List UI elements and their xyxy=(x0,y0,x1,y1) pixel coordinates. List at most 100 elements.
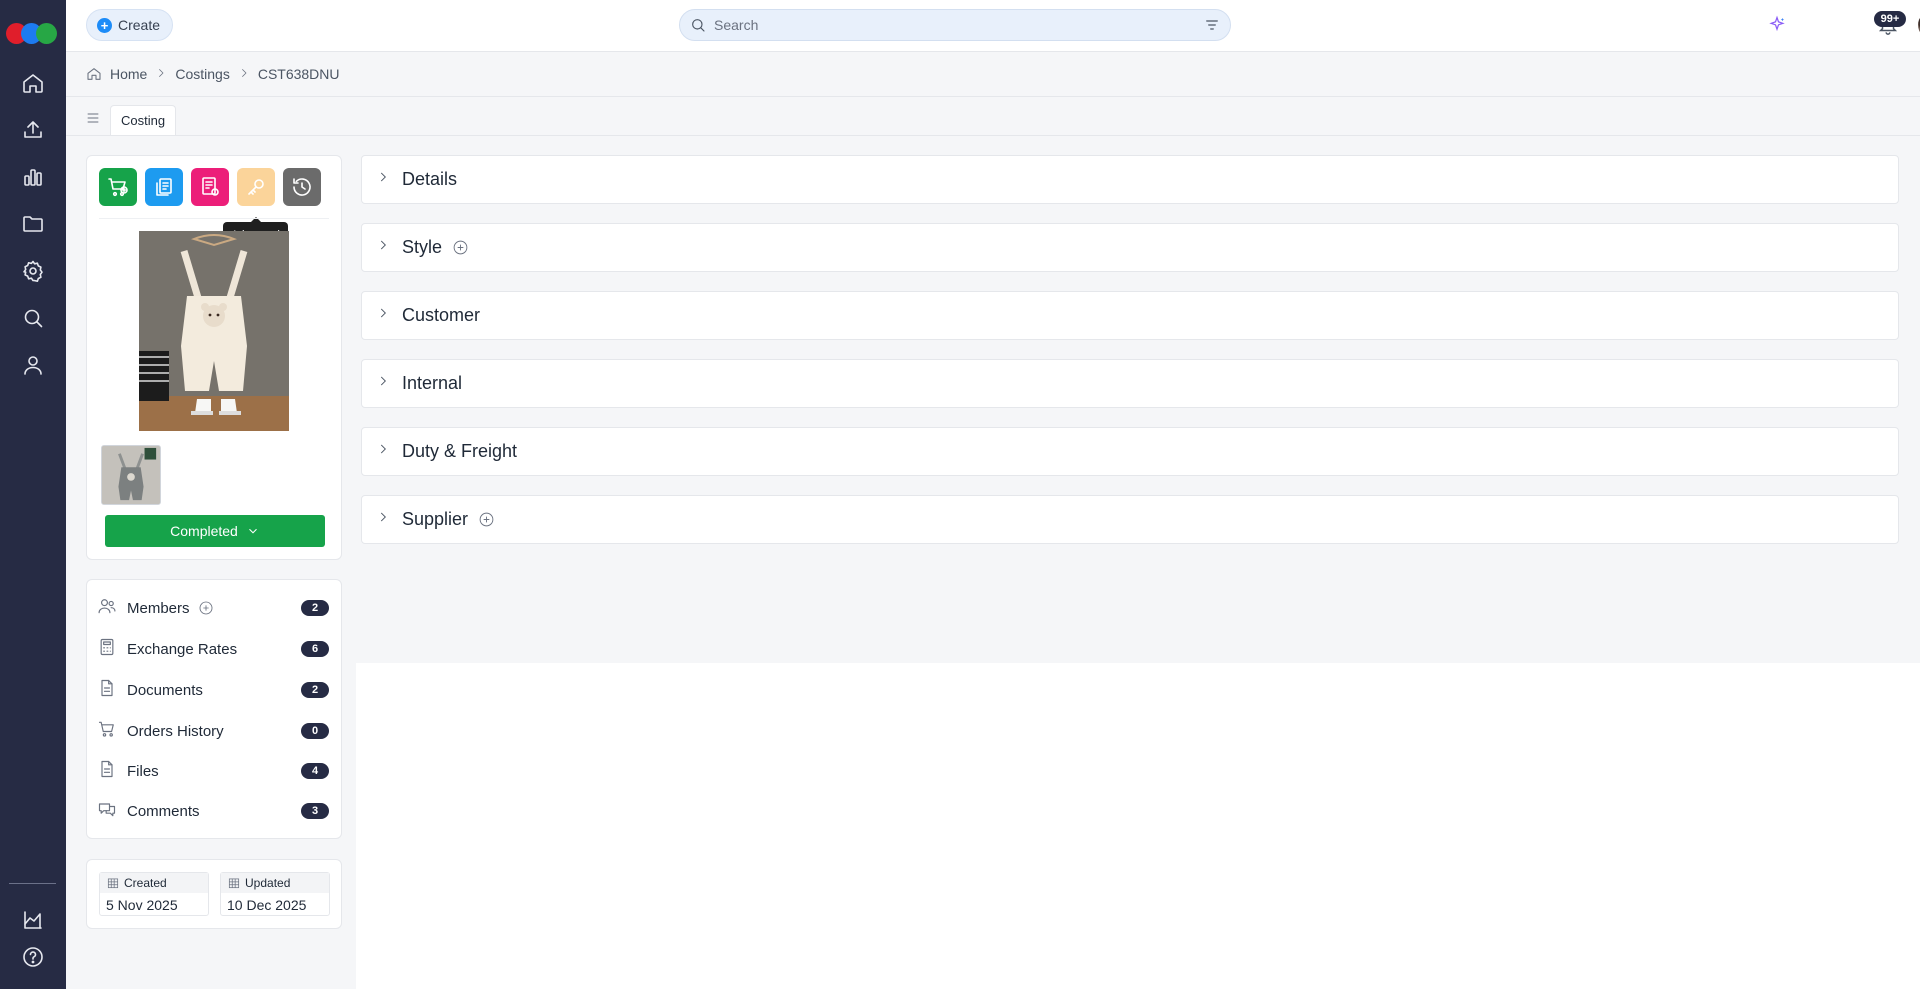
chart-icon[interactable] xyxy=(17,161,49,193)
list-item-documents[interactable]: Documents 2 xyxy=(97,676,329,704)
chevron-right-icon xyxy=(155,66,167,82)
list-item-exchange-rates[interactable]: Exchange Rates 6 xyxy=(97,635,329,663)
chevron-right-icon xyxy=(238,66,250,82)
section-customer[interactable]: Customer xyxy=(361,291,1899,340)
chevron-down-icon xyxy=(248,528,257,534)
section-title: Customer xyxy=(402,305,481,325)
chevron-right-icon xyxy=(376,374,390,393)
divider xyxy=(66,135,1920,136)
create-button[interactable]: + Create xyxy=(86,9,174,41)
search-icon[interactable] xyxy=(17,302,49,334)
cart-add-button[interactable] xyxy=(99,168,137,206)
home-icon[interactable] xyxy=(86,66,102,82)
divider xyxy=(99,218,329,219)
advanced-button[interactable] xyxy=(237,168,275,206)
add-supplier-icon[interactable] xyxy=(478,511,495,528)
exchange-rates-count: 6 xyxy=(301,641,329,657)
history-icon xyxy=(293,178,311,196)
chevron-right-icon xyxy=(376,238,390,257)
exchange-rates-label: Exchange Rates xyxy=(127,640,238,658)
breadcrumb-home[interactable]: Home xyxy=(110,66,147,82)
created-value: 5 Nov 2025 xyxy=(106,897,178,913)
app-logo[interactable] xyxy=(6,23,60,45)
section-title: Duty & Freight xyxy=(402,441,518,461)
action-toolbar xyxy=(99,168,321,206)
create-label: Create xyxy=(118,17,161,33)
key-icon xyxy=(248,179,264,195)
created-label: Created xyxy=(124,876,167,890)
files-count: 4 xyxy=(301,763,329,779)
folder-icon[interactable] xyxy=(17,208,49,240)
calculator-icon xyxy=(97,637,117,661)
settings-icon[interactable] xyxy=(17,255,49,287)
home-icon[interactable] xyxy=(17,67,49,99)
product-thumbnail[interactable] xyxy=(101,445,161,505)
list-item-orders-history[interactable]: Orders History 0 xyxy=(97,717,329,745)
chevron-right-icon xyxy=(376,170,390,189)
plus-icon: + xyxy=(97,17,112,33)
tab-costing[interactable]: Costing xyxy=(110,105,177,135)
section-internal[interactable]: Internal xyxy=(361,359,1899,408)
cart-icon xyxy=(97,719,117,743)
document-settings-button[interactable] xyxy=(191,168,229,206)
costing-summary-card: Advanced Completed xyxy=(86,155,342,560)
user-icon[interactable] xyxy=(17,349,49,381)
section-details[interactable]: Details xyxy=(361,155,1899,204)
section-title: Details xyxy=(402,169,458,189)
list-item-comments[interactable]: Comments 3 xyxy=(97,797,329,825)
files-label: Files xyxy=(127,762,159,780)
members-label: Members xyxy=(127,599,190,617)
notification-badge: 99+ xyxy=(1874,11,1906,27)
rail-divider xyxy=(9,883,56,884)
help-icon[interactable] xyxy=(17,941,49,973)
history-button[interactable] xyxy=(283,168,321,206)
updated-date: Updated 10 Dec 2025 xyxy=(220,872,330,916)
search-bar[interactable] xyxy=(679,9,1231,41)
section-style[interactable]: Style xyxy=(361,223,1899,272)
menu-icon[interactable] xyxy=(85,110,101,126)
comments-count: 3 xyxy=(301,803,329,819)
left-rail xyxy=(0,0,66,989)
breadcrumb: Home Costings CST638DNU xyxy=(86,66,340,82)
sparkle-icon[interactable] xyxy=(1767,15,1787,35)
section-duty-freight[interactable]: Duty & Freight xyxy=(361,427,1899,476)
related-items-card: Members 2 Exchange Rates 6 Documents 2 O… xyxy=(86,579,342,839)
list-item-files[interactable]: Files 4 xyxy=(97,757,329,785)
members-icon xyxy=(97,596,117,620)
updated-value: 10 Dec 2025 xyxy=(227,897,307,913)
status-dropdown[interactable]: Completed xyxy=(105,515,325,547)
analytics-icon[interactable] xyxy=(17,904,49,936)
top-bar: + Create 99+ xyxy=(66,0,1920,52)
dates-card: Created 5 Nov 2025 Updated 10 Dec 2025 xyxy=(86,859,342,929)
breadcrumb-costings[interactable]: Costings xyxy=(175,66,229,82)
orders-history-count: 0 xyxy=(301,723,329,739)
documents-count: 2 xyxy=(301,682,329,698)
section-title: Internal xyxy=(402,373,463,393)
divider xyxy=(66,96,1920,97)
calendar-icon xyxy=(107,878,119,889)
chevron-right-icon xyxy=(376,510,390,529)
documents-label: Documents xyxy=(127,681,203,699)
section-title: Style xyxy=(402,237,443,257)
cart-add-icon xyxy=(108,178,128,197)
content-area xyxy=(356,663,1920,989)
search-input[interactable] xyxy=(714,17,1204,33)
add-style-icon[interactable] xyxy=(452,239,469,256)
updated-label: Updated xyxy=(245,876,291,890)
section-supplier[interactable]: Supplier xyxy=(361,495,1899,544)
section-title: Supplier xyxy=(402,509,469,529)
chevron-right-icon xyxy=(376,306,390,325)
add-member-icon[interactable] xyxy=(198,600,214,616)
document-settings-icon xyxy=(202,177,219,196)
list-item-members[interactable]: Members 2 xyxy=(97,594,329,622)
status-label: Completed xyxy=(170,523,238,539)
file-icon xyxy=(97,759,117,783)
product-image[interactable] xyxy=(139,231,289,431)
copy-documents-button[interactable] xyxy=(145,168,183,206)
filter-icon[interactable] xyxy=(1204,17,1220,33)
upload-icon[interactable] xyxy=(17,114,49,146)
comments-icon xyxy=(97,799,117,823)
members-count: 2 xyxy=(301,600,329,616)
comments-label: Comments xyxy=(127,802,200,820)
chevron-right-icon xyxy=(376,442,390,461)
